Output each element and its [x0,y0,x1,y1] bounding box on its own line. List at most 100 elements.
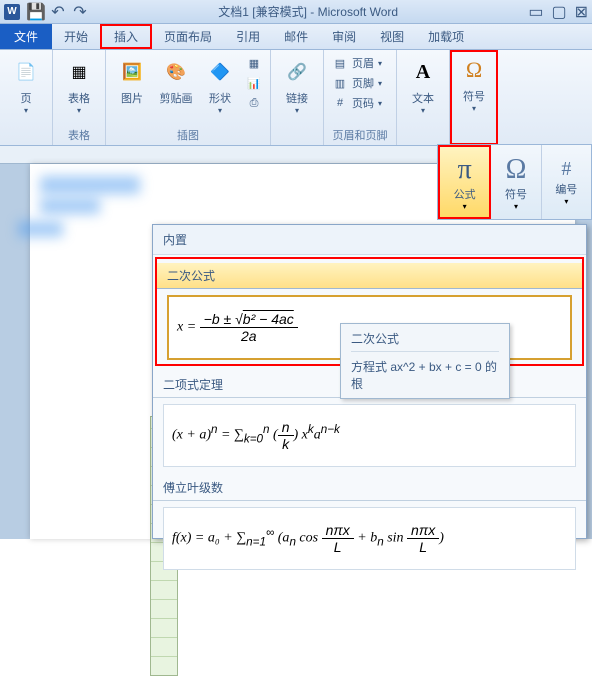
chevron-down-icon: ▾ [24,106,28,115]
header-label: 页眉 [352,55,374,71]
chevron-down-icon: ▾ [77,106,81,115]
redacted-text [40,198,100,214]
chart-icon: 📊 [246,75,262,91]
tab-home[interactable]: 开始 [52,24,100,49]
minimize-icon[interactable]: ▭ [528,2,543,22]
window-title: 文档1 [兼容模式] - Microsoft Word [88,3,528,20]
equation-toolbar: π 公式 ▾ Ω 符号 ▾ # 编号 ▾ [437,144,592,220]
tab-references[interactable]: 引用 [224,24,272,49]
group-illustrations-label: 插图 [112,125,264,143]
clipart-icon: 🎨 [160,56,192,88]
chart-button[interactable]: 📊 [244,74,264,92]
maximize-icon[interactable]: ▢ [551,2,566,22]
tab-mailings[interactable]: 邮件 [272,24,320,49]
word-app-icon: W [4,4,20,20]
header-icon: ▤ [332,55,348,71]
picture-button[interactable]: 🖼️ 图片 [112,54,152,108]
tab-addins[interactable]: 加载项 [416,24,476,49]
equation-formula-binomial: (x + a)n = ∑k=0n (nk) xkan−k [163,404,576,467]
picture-icon: 🖼️ [116,56,148,88]
undo-icon[interactable]: ↶ [50,4,66,20]
link-label: 链接 [286,90,308,106]
textbox-icon: A [407,56,439,88]
ribbon-content: 📄 页 ▾ ▦ 表格 ▾ 表格 🖼️ 图片 🎨 剪贴画 [0,50,592,146]
symbol-button[interactable]: Ω 符号 ▾ [454,52,494,115]
group-text: A 文本 ▾ [397,50,450,145]
equation-item-title: 傅立叶级数 [153,475,586,501]
number-button[interactable]: # 编号 ▾ [542,145,591,219]
smartart-button[interactable]: ▦ [244,54,264,72]
close-icon[interactable]: ⊠ [575,2,588,22]
equation-item-title: 二次公式 [157,263,582,289]
equation-gallery-header: 内置 [153,225,586,255]
header-button[interactable]: ▤页眉 ▾ [330,54,390,72]
ribbon-tabs: 文件 开始 插入 页面布局 引用 邮件 审阅 视图 加载项 [0,24,592,50]
clipart-label: 剪贴画 [160,90,193,106]
omega-icon: Ω [506,154,527,186]
tooltip-body: 方程式 ax^2 + bx + c = 0 的根 [351,358,499,392]
redacted-text [40,176,140,194]
group-symbols: Ω 符号 ▾ [450,50,498,145]
save-icon[interactable]: 💾 [28,4,44,20]
symbol-menu-label: 符号 [505,186,527,202]
shapes-icon: 🔷 [204,56,236,88]
page-label: 页 [21,90,32,106]
page-number-button[interactable]: #页码 ▾ [330,94,390,112]
picture-label: 图片 [121,90,143,106]
table-label: 表格 [68,90,90,106]
tab-page-layout[interactable]: 页面布局 [152,24,224,49]
chevron-down-icon: ▾ [295,106,299,115]
chevron-down-icon: ▾ [514,202,518,211]
footer-label: 页脚 [352,75,374,91]
window-controls: ▭ ▢ ⊠ [528,2,588,22]
group-illustrations: 🖼️ 图片 🎨 剪贴画 🔷 形状 ▾ ▦ 📊 ⎙ 插图 [106,50,271,145]
smartart-icon: ▦ [246,55,262,71]
hyperlink-button[interactable]: 🔗 链接 ▾ [277,54,317,117]
group-tables-label: 表格 [59,125,99,143]
group-tables: ▦ 表格 ▾ 表格 [53,50,106,145]
chevron-down-icon: ▾ [378,79,382,88]
symbol-menu-button[interactable]: Ω 符号 ▾ [491,145,541,219]
redo-icon[interactable]: ↷ [72,4,88,20]
group-header-footer: ▤页眉 ▾ ▥页脚 ▾ #页码 ▾ 页眉和页脚 [324,50,397,145]
tab-insert[interactable]: 插入 [100,24,152,49]
textbox-label: 文本 [412,90,434,106]
chevron-down-icon: ▾ [421,106,425,115]
cover-page-button[interactable]: 📄 页 ▾ [6,54,46,117]
number-label: 编号 [555,181,577,197]
page-number-icon: # [332,95,348,111]
group-pages: 📄 页 ▾ [0,50,53,145]
title-bar: W 💾 ↶ ↷ 文档1 [兼容模式] - Microsoft Word ▭ ▢ … [0,0,592,24]
table-icon: ▦ [63,56,95,88]
footer-icon: ▥ [332,75,348,91]
equation-tooltip: 二次公式 方程式 ax^2 + bx + c = 0 的根 [340,323,510,399]
chevron-down-icon: ▾ [378,59,382,68]
page-icon: 📄 [10,56,42,88]
footer-button[interactable]: ▥页脚 ▾ [330,74,390,92]
tab-review[interactable]: 审阅 [320,24,368,49]
quick-access-toolbar: 💾 ↶ ↷ [28,4,88,20]
clipart-button[interactable]: 🎨 剪贴画 [156,54,196,108]
omega-icon: Ω [458,54,490,86]
tooltip-title: 二次公式 [351,330,499,352]
screenshot-icon: ⎙ [246,95,262,111]
tab-view[interactable]: 视图 [368,24,416,49]
pi-icon: π [458,154,472,186]
redacted-text [18,221,63,237]
screenshot-button[interactable]: ⎙ [244,94,264,112]
tab-file[interactable]: 文件 [0,24,52,49]
textbox-button[interactable]: A 文本 ▾ [403,54,443,117]
shapes-button[interactable]: 🔷 形状 ▾ [200,54,240,117]
equation-button[interactable]: π 公式 ▾ [438,145,491,219]
chevron-down-icon: ▾ [378,99,382,108]
page-number-label: 页码 [352,95,374,111]
chevron-down-icon: ▾ [218,106,222,115]
link-icon: 🔗 [281,56,313,88]
group-header-footer-label: 页眉和页脚 [330,125,390,143]
chevron-down-icon: ▾ [564,197,568,206]
chevron-down-icon: ▾ [472,104,476,113]
table-button[interactable]: ▦ 表格 ▾ [59,54,99,117]
group-links: 🔗 链接 ▾ [271,50,324,145]
equation-item-fourier[interactable]: 傅立叶级数 f(x) = a₀ + ∑n=1∞ (an cos nπxL + b… [153,471,586,574]
equation-label: 公式 [454,186,476,202]
